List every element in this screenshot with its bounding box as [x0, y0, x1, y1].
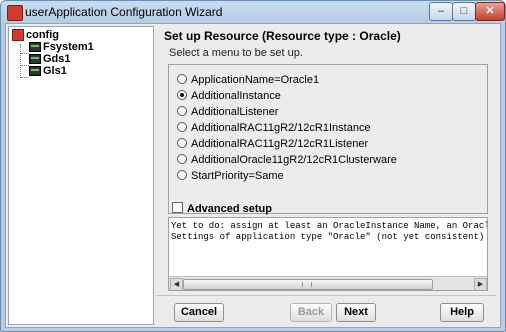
scroll-right-icon[interactable]: ▶	[474, 278, 487, 290]
option-additional-rac-instance[interactable]: AdditionalRAC11gR2/12cR1Instance	[177, 122, 371, 134]
option-label: AdditionalRAC11gR2/12cR1Instance	[191, 122, 371, 134]
resource-icon	[29, 54, 41, 65]
option-additional-listener[interactable]: AdditionalListener	[177, 106, 278, 118]
tree-connector	[20, 44, 21, 78]
option-label: ApplicationName=Oracle1	[191, 74, 320, 86]
tree-node-fsystem1[interactable]: Fsystem1	[29, 41, 94, 53]
option-label: AdditionalListener	[191, 106, 279, 118]
tree-node-label: Gls1	[43, 65, 67, 77]
horizontal-scrollbar[interactable]: ◀ ▶	[169, 276, 487, 290]
minimize-button[interactable]: –	[429, 2, 453, 21]
message-line: Settings of application type "Oracle" (n…	[171, 232, 485, 242]
radio-button[interactable]	[177, 106, 187, 116]
tree-node-gds1[interactable]: Gds1	[29, 53, 71, 65]
divider	[156, 295, 496, 296]
cancel-button[interactable]: Cancel	[174, 303, 224, 322]
advanced-setup-checkbox[interactable]: Advanced setup	[172, 202, 272, 215]
radio-button[interactable]	[177, 122, 187, 132]
menu-options-panel: ApplicationName=Oracle1 AdditionalInstan…	[168, 64, 488, 214]
tree-connector	[21, 53, 29, 54]
resource-icon	[29, 66, 41, 77]
close-button[interactable]: ✕	[475, 2, 505, 21]
resource-tree[interactable]: config Fsystem1 Gds1 Gls1	[8, 26, 154, 325]
status-message-area[interactable]: Yet to do: assign at least an OracleInst…	[168, 217, 488, 291]
option-start-priority[interactable]: StartPriority=Same	[177, 170, 284, 182]
scrollbar-thumb[interactable]	[183, 279, 433, 290]
tree-node-gls1[interactable]: Gls1	[29, 65, 67, 77]
next-button[interactable]: Next	[336, 303, 376, 322]
option-additional-instance[interactable]: AdditionalInstance	[177, 90, 281, 102]
radio-button[interactable]	[177, 154, 187, 164]
radio-button[interactable]	[177, 74, 187, 84]
wizard-body: config Fsystem1 Gds1 Gls1 Set up Resourc…	[5, 23, 501, 328]
help-button[interactable]: Help	[440, 303, 484, 322]
tree-node-label: config	[26, 29, 59, 41]
checkbox-box[interactable]	[172, 202, 183, 213]
option-label: AdditionalOracle11gR2/12cR1Clusterware	[191, 154, 397, 166]
app-icon	[7, 5, 23, 21]
wizard-window: userApplication Configuration Wizard – □…	[0, 0, 506, 332]
option-label: AdditionalRAC11gR2/12cR1Listener	[191, 138, 369, 150]
instruction-text: Select a menu to be set up.	[169, 47, 303, 59]
tree-node-label: Gds1	[43, 53, 71, 65]
maximize-button[interactable]: □	[452, 2, 476, 21]
tree-connector	[21, 77, 29, 78]
option-label: AdditionalInstance	[191, 90, 281, 102]
title-bar[interactable]: userApplication Configuration Wizard – □…	[1, 1, 505, 23]
status-messages: Yet to do: assign at least an OracleInst…	[171, 221, 487, 243]
message-line: Yet to do: assign at least an OracleInst…	[171, 221, 487, 231]
radio-button[interactable]	[177, 170, 187, 180]
config-root-icon	[12, 29, 24, 42]
advanced-setup-label: Advanced setup	[187, 203, 272, 215]
back-button[interactable]: Back	[290, 303, 332, 322]
page-title: Set up Resource (Resource type : Oracle)	[164, 29, 401, 43]
option-application-name[interactable]: ApplicationName=Oracle1	[177, 74, 319, 86]
radio-button-selected[interactable]	[177, 90, 187, 100]
option-additional-oracle-clusterware[interactable]: AdditionalOracle11gR2/12cR1Clusterware	[177, 154, 397, 166]
scroll-left-icon[interactable]: ◀	[170, 278, 183, 290]
tree-node-label: Fsystem1	[43, 41, 94, 53]
radio-button[interactable]	[177, 138, 187, 148]
resource-icon	[29, 42, 41, 53]
tree-connector	[21, 65, 29, 66]
window-title: userApplication Configuration Wizard	[25, 5, 223, 19]
option-label: StartPriority=Same	[191, 170, 284, 182]
option-additional-rac-listener[interactable]: AdditionalRAC11gR2/12cR1Listener	[177, 138, 368, 150]
grip-icon	[302, 282, 312, 287]
tree-node-config[interactable]: config	[12, 29, 59, 42]
